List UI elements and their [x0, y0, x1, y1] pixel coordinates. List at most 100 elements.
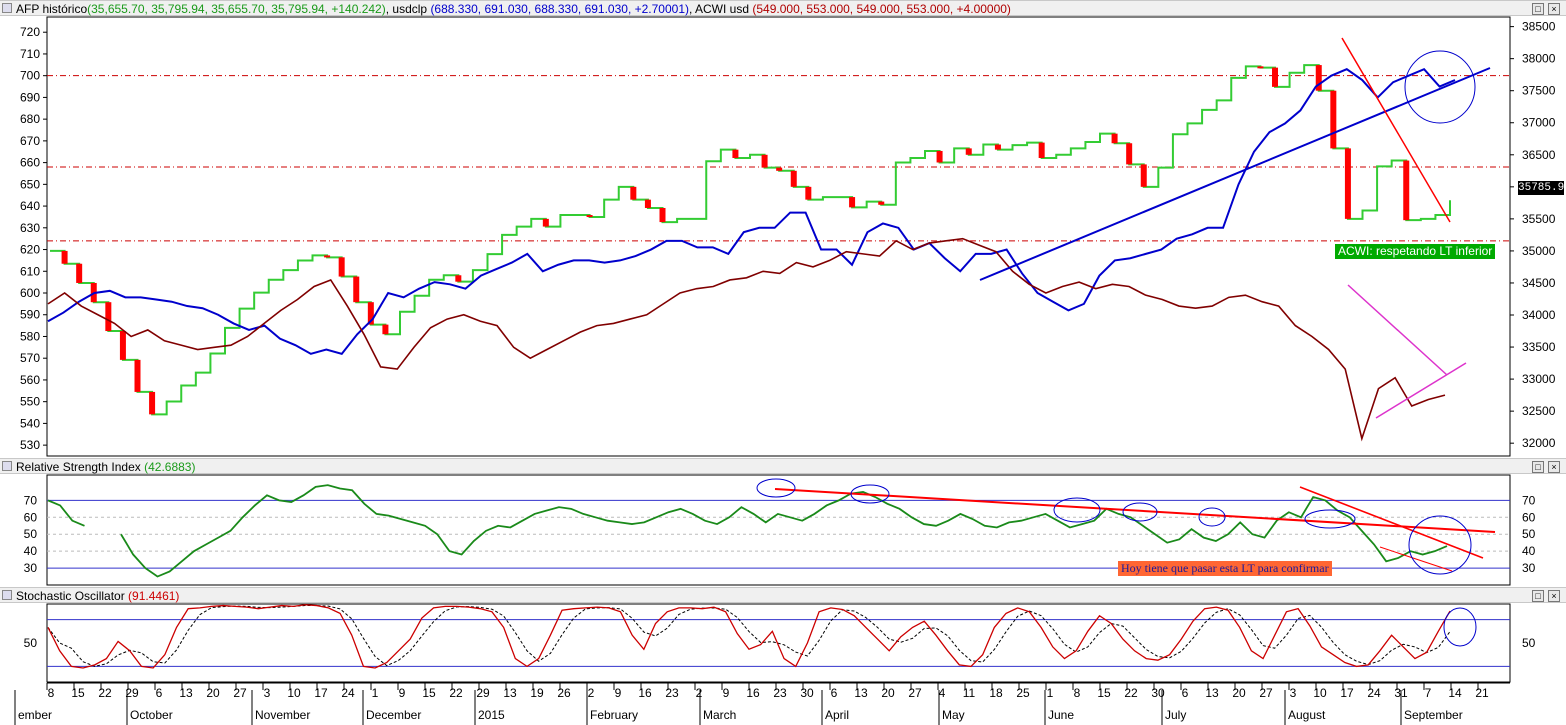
rsi-left-tick-label: 70 — [24, 493, 38, 507]
right-axis-tick-label: 35500 — [1522, 212, 1556, 226]
afp-down-candle — [455, 275, 462, 282]
x-day-label: 10 — [1313, 686, 1327, 700]
rsi-left-tick-label: 60 — [24, 510, 38, 524]
price-pane-maximize-button[interactable]: □ — [1532, 3, 1544, 15]
rsi-annotation: Hoy tiene que pasar esta LT para confirm… — [1118, 561, 1332, 576]
right-axis-tick-label: 32500 — [1522, 404, 1556, 418]
afp-down-candle — [542, 218, 549, 227]
x-day-label: 2 — [696, 686, 703, 700]
acwi-support-trendline — [1375, 362, 1467, 419]
legend-acwi-values: (549.000, 553.000, 549.000, 553.000, +4.… — [752, 2, 1011, 16]
x-day-label: 20 — [881, 686, 895, 700]
highlight-circle — [1404, 50, 1476, 124]
x-day-label: 3 — [264, 686, 271, 700]
acwi-annotation: ACWI: respetando LT inferior — [1335, 244, 1496, 259]
pane-menu-icon[interactable] — [2, 3, 12, 13]
right-axis-tick-label: 34000 — [1522, 308, 1556, 322]
afp-down-candle — [1257, 66, 1264, 69]
afp-series — [50, 64, 1451, 416]
afp-down-candle — [1403, 160, 1410, 221]
usdclp-line — [47, 67, 1456, 355]
afp-down-candle — [994, 144, 1001, 150]
afp-down-candle — [382, 324, 389, 335]
x-month-label: December — [366, 708, 421, 722]
x-day-label: 26 — [557, 686, 571, 700]
x-month-label: October — [130, 708, 173, 722]
afp-down-candle — [367, 302, 374, 325]
right-axis-tick-label: 36500 — [1522, 148, 1556, 162]
x-day-label: 22 — [98, 686, 112, 700]
left-axis-tick-label: 720 — [20, 25, 40, 39]
stoch-pane-frame — [46, 603, 1511, 683]
pane-menu-icon[interactable] — [2, 590, 12, 600]
afp-down-candle — [761, 154, 768, 168]
x-day-label: 24 — [1367, 686, 1381, 700]
rsi-line-segment — [47, 499, 85, 527]
stoch-right-tick-label: 50 — [1522, 636, 1536, 650]
afp-down-candle — [105, 302, 112, 332]
x-month-label: April — [825, 708, 849, 722]
legend-stoch-value: (91.4461) — [128, 589, 180, 603]
x-day-label: 24 — [341, 686, 355, 700]
rsi-highlight-circle — [850, 484, 890, 504]
legend-afp-values: (35,655.70, 35,795.94, 35,655.70, 35,795… — [87, 2, 386, 16]
acwi-annotation-text: ACWI: respetando LT inferior — [1338, 244, 1493, 258]
afp-down-candle — [1344, 148, 1351, 219]
x-day-label: 10 — [287, 686, 301, 700]
stoch-pane-header: Stochastic Oscillator (91.4461) □ × — [0, 587, 1566, 603]
x-day-label: 11 — [963, 686, 976, 700]
afp-down-candle — [1126, 143, 1133, 165]
x-day-label: 3 — [1290, 686, 1297, 700]
x-day-label: 1 — [1047, 686, 1054, 700]
right-axis-tick-label: 37000 — [1522, 116, 1556, 130]
left-axis-tick-label: 550 — [20, 395, 40, 409]
rsi-highlight-circle — [756, 478, 796, 498]
afp-down-candle — [149, 391, 156, 415]
afp-down-candle — [732, 149, 739, 158]
x-day-label: 2 — [588, 686, 595, 700]
afp-down-candle — [76, 263, 83, 283]
rsi-right-tick-label: 50 — [1522, 527, 1536, 541]
price-pane-close-button[interactable]: × — [1548, 3, 1560, 15]
x-day-label: 14 — [1448, 686, 1462, 700]
afp-down-candle — [878, 201, 885, 205]
x-day-label: 17 — [1340, 686, 1354, 700]
stoch-highlight-circle — [1443, 607, 1477, 647]
x-day-label: 20 — [206, 686, 220, 700]
afp-down-candle — [61, 250, 68, 264]
afp-down-candle — [790, 170, 797, 187]
x-month-label: March — [703, 708, 736, 722]
x-month-label: June — [1048, 708, 1074, 722]
left-axis-tick-label: 710 — [20, 47, 40, 61]
afp-down-candle — [134, 359, 141, 392]
x-day-label: 4 — [939, 686, 946, 700]
right-axis-tick-label: 38500 — [1522, 20, 1556, 34]
pane-menu-icon[interactable] — [2, 461, 12, 471]
x-day-label: 25 — [1016, 686, 1030, 700]
left-axis-tick-label: 540 — [20, 416, 40, 430]
last-value-text: 35785.94 — [1518, 182, 1566, 194]
afp-down-candle — [644, 199, 651, 208]
rsi-pane-close-button[interactable]: × — [1548, 461, 1560, 473]
rsi-right-tick-label: 70 — [1522, 493, 1536, 507]
x-month-label: ember — [18, 708, 52, 722]
x-day-label: 13 — [854, 686, 868, 700]
chart-canvas[interactable]: 5305405505605705805906006106206306406506… — [0, 0, 1566, 725]
stoch-k-line — [47, 604, 1451, 669]
stoch-pane-maximize-button[interactable]: □ — [1532, 590, 1544, 602]
x-day-label: 19 — [530, 686, 544, 700]
right-axis-tick-label: 34500 — [1522, 276, 1556, 290]
left-axis-tick-label: 580 — [20, 329, 40, 343]
afp-down-candle — [119, 331, 126, 360]
rsi-right-tick-label: 60 — [1522, 510, 1536, 524]
x-day-label: 6 — [831, 686, 838, 700]
x-day-label: 16 — [638, 686, 652, 700]
left-axis-tick-label: 650 — [20, 177, 40, 191]
stoch-pane-close-button[interactable]: × — [1548, 590, 1560, 602]
x-day-label: 13 — [503, 686, 517, 700]
rsi-pane-maximize-button[interactable]: □ — [1532, 461, 1544, 473]
acwi-line — [47, 237, 1446, 442]
x-month-label: August — [1288, 708, 1326, 722]
x-day-label: 21 — [1475, 686, 1489, 700]
x-day-label: 9 — [399, 686, 406, 700]
